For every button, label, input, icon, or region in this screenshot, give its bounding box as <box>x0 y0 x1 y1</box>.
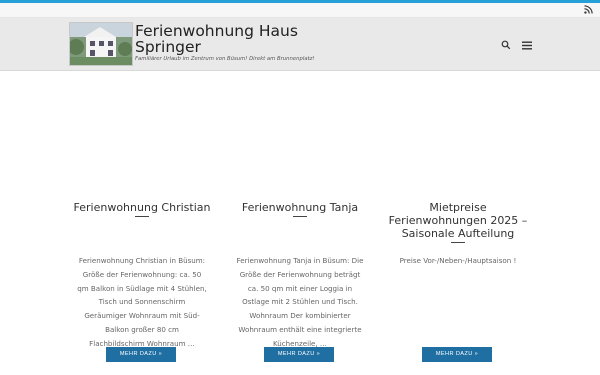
mehr-dazu-button[interactable]: MEHR DAZU » <box>264 347 334 362</box>
post-title[interactable]: Ferienwohnung Tanja <box>225 201 375 214</box>
post-excerpt: Ferienwohnung Tanja in Büsum: Die Größe … <box>236 256 364 348</box>
site-title[interactable]: Ferienwohnung Haus Springer <box>135 23 335 55</box>
search-icon[interactable] <box>501 40 511 50</box>
post-title[interactable]: Ferienwohnung Christian <box>67 201 217 214</box>
title-divider <box>451 242 465 243</box>
top-bar <box>0 3 600 18</box>
mehr-dazu-button[interactable]: MEHR DAZU » <box>422 347 492 362</box>
site-logo[interactable] <box>69 22 133 66</box>
post-excerpt: Preise Vor-/Neben-/Hauptsaison ! <box>399 256 517 265</box>
site-header: Ferienwohnung Haus Springer Familiärer U… <box>0 18 600 71</box>
site-tagline: Familiärer Urlaub im Zentrum von Büsum! … <box>135 56 315 62</box>
rss-icon[interactable] <box>584 5 593 14</box>
title-divider <box>135 216 149 217</box>
title-divider <box>293 216 307 217</box>
post-title[interactable]: Mietpreise Ferienwohnungen 2025 – Saison… <box>383 201 533 240</box>
hamburger-menu-icon[interactable] <box>522 41 532 50</box>
logo-house-image <box>70 23 132 65</box>
mehr-dazu-button[interactable]: MEHR DAZU » <box>106 347 176 362</box>
post-excerpt: Ferienwohnung Christian in Büsum: Größe … <box>77 256 207 348</box>
